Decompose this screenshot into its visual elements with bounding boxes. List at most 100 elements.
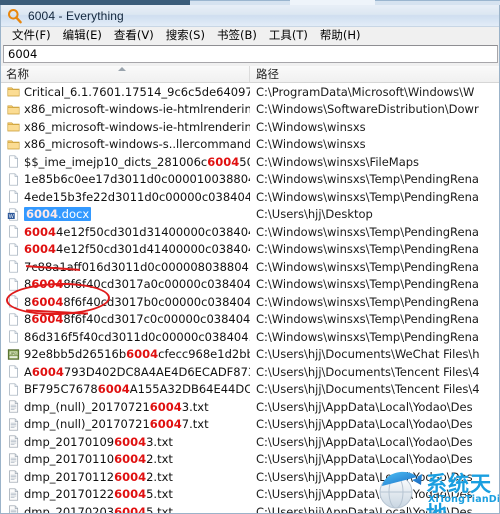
cell-file-name: 7c88a1aff016d3011d0c000008038804.$$_ime_…: [0, 260, 250, 274]
results-rows: Critical_6.1.7601.17514_9c6c5de64097a991…: [0, 83, 500, 514]
cell-file-name: x86_microsoft-windows-ie-htmlrendering_3…: [0, 102, 250, 116]
file-icon: [7, 173, 20, 186]
file-icon: [7, 260, 20, 273]
title-bar[interactable]: 6004 - Everything: [0, 5, 500, 27]
file-name-text: 86d316f5f40cd3011d0c00000c038404.$$_ime_…: [24, 329, 250, 344]
file-icon: [7, 365, 20, 378]
cell-file-name: dmp_2017012260045.txt: [0, 487, 250, 501]
file-name-text: 7c88a1aff016d3011d0c000008038804.$$_ime_…: [24, 259, 250, 274]
menu-bookmarks[interactable]: 书签(B): [211, 26, 263, 45]
cell-file-path: C:\Users\hjj\AppData\Local\Yodao\Des: [256, 452, 473, 467]
cell-file-name: x86_microsoft-windows-s..llercommandline…: [0, 137, 250, 151]
table-row[interactable]: dmp_2017020360045.txt C:\Users\hjj\AppDat…: [0, 503, 500, 514]
table-row[interactable]: 60044e12f50cd301d31400000c038404._000000…: [0, 223, 500, 241]
file-icon: [7, 313, 20, 326]
cell-file-name: dmp_2017020360045.txt: [0, 505, 250, 514]
file-name-text: 60044e12f50cd301d41400000c038404.$$.cdf-…: [24, 242, 250, 257]
file-name-text: $$_ime_imejp10_dicts_281006c600450618.cd…: [24, 154, 250, 169]
table-row[interactable]: x86_microsoft-windows-s..llercommandline…: [0, 136, 500, 154]
cell-file-path: C:\Users\hjj\AppData\Local\Yodao\Des: [256, 487, 473, 502]
cell-file-name: JPG 92e8bb5d26516b6004cfecc968e1d2bb.jpg: [0, 347, 250, 361]
table-row[interactable]: dmp_2017012260045.txt C:\Users\hjj\AppDat…: [0, 486, 500, 504]
table-row[interactable]: 7c88a1aff016d3011d0c000008038804.$$_ime_…: [0, 258, 500, 276]
table-row[interactable]: 1e85b6c0ee17d3011d0c000010038804.$$_ime_…: [0, 171, 500, 189]
table-row[interactable]: 860048f6f40cd3017c0c00000c038404.$$_diag…: [0, 311, 500, 329]
table-row[interactable]: 86d316f5f40cd3011d0c00000c038404.$$_ime_…: [0, 328, 500, 346]
txt-icon: [7, 400, 20, 413]
file-name-text: 860048f6f40cd3017c0c00000c038404.$$_diag…: [24, 312, 250, 327]
cell-file-name: 860048f6f40cd3017a0c00000c038404._000000…: [0, 277, 250, 291]
cell-file-name: Critical_6.1.7601.17514_9c6c5de64097a991…: [0, 85, 250, 99]
txt-icon: [7, 418, 20, 431]
magnifier-icon: [7, 8, 23, 24]
folder-icon: [7, 120, 20, 133]
menu-search[interactable]: 搜索(S): [160, 26, 211, 45]
cell-file-name: dmp_2017011060042.txt: [0, 452, 250, 466]
table-row[interactable]: A6004793D402DC8A4AE4D6ECADF873C C:\Users\…: [0, 363, 500, 381]
table-row[interactable]: 4ede15b3fe22d3011d0c00000c038404.$$_ime_…: [0, 188, 500, 206]
cell-file-name: dmp_(null)_2017072160043.txt: [0, 400, 250, 414]
docx-icon: W: [7, 208, 20, 221]
column-header-path[interactable]: 路径: [250, 66, 500, 82]
main-window: 6004 - Everything 文件(F) 编辑(E) 查看(V) 搜索(S…: [0, 5, 500, 514]
table-row[interactable]: dmp_(null)_2017072160043.txt C:\Users\hjj…: [0, 398, 500, 416]
cell-file-path: C:\Windows\winsxs\Temp\PendingRena: [256, 277, 479, 292]
cell-file-name: W 6004.docx: [0, 207, 250, 222]
txt-icon: [7, 435, 20, 448]
table-row[interactable]: x86_microsoft-windows-ie-htmlrendering_3…: [0, 118, 500, 136]
table-row[interactable]: dmp_2017011260042.txt C:\Users\hjj\AppDat…: [0, 468, 500, 486]
menu-help[interactable]: 帮助(H): [314, 26, 367, 45]
table-row[interactable]: dmp_2017010960043.txt C:\Users\hjj\AppDat…: [0, 433, 500, 451]
table-row[interactable]: JPG 92e8bb5d26516b6004cfecc968e1d2bb.jpg C…: [0, 346, 500, 364]
menu-view[interactable]: 查看(V): [108, 26, 160, 45]
file-icon: [7, 278, 20, 291]
cell-file-path: C:\Windows\winsxs\Temp\PendingRena: [256, 312, 479, 327]
file-name-text: dmp_2017020360045.txt: [24, 504, 173, 514]
menu-file[interactable]: 文件(F): [6, 26, 57, 45]
file-name-text: x86_microsoft-windows-ie-htmlrendering_3…: [24, 119, 250, 134]
table-row[interactable]: 860048f6f40cd3017b0c00000c038404.$$.cdf-…: [0, 293, 500, 311]
file-name-text: dmp_2017011060042.txt: [24, 452, 173, 467]
cell-file-name: $$_ime_imejp10_dicts_281006c600450618.cd…: [0, 155, 250, 169]
cell-file-name: 1e85b6c0ee17d3011d0c000010038804.$$_ime_…: [0, 172, 250, 186]
cell-file-path: C:\Windows\winsxs\Temp\PendingRena: [256, 242, 479, 257]
results-list[interactable]: Critical_6.1.7601.17514_9c6c5de64097a991…: [0, 83, 500, 514]
cell-file-name: dmp_2017011260042.txt: [0, 470, 250, 484]
menu-tools[interactable]: 工具(T): [263, 26, 314, 45]
menu-bar: 文件(F) 编辑(E) 查看(V) 搜索(S) 书签(B) 工具(T) 帮助(H…: [0, 27, 500, 44]
file-name-text: 4ede15b3fe22d3011d0c00000c038404.$$_ime_…: [24, 189, 250, 204]
table-row[interactable]: BF795C76786004A155A32DB64E44DCE C:\Users\…: [0, 381, 500, 399]
table-row[interactable]: W 6004.docx C:\Users\hjj\Desktop: [0, 206, 500, 224]
txt-icon: [7, 505, 20, 514]
table-row[interactable]: 860048f6f40cd3017a0c00000c038404._000000…: [0, 276, 500, 294]
file-name-text: A6004793D402DC8A4AE4D6ECADF873C: [24, 364, 250, 379]
column-header-path-label: 路径: [256, 67, 279, 81]
cell-file-name: 60044e12f50cd301d41400000c038404.$$.cdf-…: [0, 242, 250, 256]
table-row[interactable]: x86_microsoft-windows-ie-htmlrendering_3…: [0, 101, 500, 119]
table-row[interactable]: Critical_6.1.7601.17514_9c6c5de64097a991…: [0, 83, 500, 101]
cell-file-path: C:\Windows\winsxs\Temp\PendingRena: [256, 189, 479, 204]
cell-file-path: C:\Windows\SoftwareDistribution\Dowr: [256, 102, 479, 117]
cell-file-name: x86_microsoft-windows-ie-htmlrendering_3…: [0, 120, 250, 134]
search-bar-container: 6004: [0, 44, 500, 65]
cell-file-name: dmp_2017010960043.txt: [0, 435, 250, 449]
file-icon: [7, 190, 20, 203]
table-row[interactable]: dmp_2017011060042.txt C:\Users\hjj\AppDat…: [0, 451, 500, 469]
cell-file-path: C:\ProgramData\Microsoft\Windows\W: [256, 84, 475, 99]
table-row[interactable]: dmp_(null)_2017072160047.txt C:\Users\hjj…: [0, 416, 500, 434]
cell-file-name: 4ede15b3fe22d3011d0c00000c038404.$$_ime_…: [0, 190, 250, 204]
cell-file-path: C:\Windows\winsxs\Temp\PendingRena: [256, 259, 479, 274]
window-title: 6004 - Everything: [28, 8, 124, 23]
menu-edit[interactable]: 编辑(E): [57, 26, 108, 45]
search-input[interactable]: 6004: [3, 45, 498, 63]
cell-file-name: 60044e12f50cd301d31400000c038404._000000…: [0, 225, 250, 239]
column-header-name[interactable]: 名称: [0, 66, 250, 82]
file-name-text: dmp_(null)_2017072160043.txt: [24, 399, 209, 414]
file-name-text: 1e85b6c0ee17d3011d0c000010038804.$$_ime_…: [24, 172, 250, 187]
cell-file-path: C:\Users\hjj\Desktop: [256, 207, 373, 222]
table-row[interactable]: $$_ime_imejp10_dicts_281006c600450618.cd…: [0, 153, 500, 171]
file-name-text: 6004.docx: [24, 207, 92, 222]
cell-file-path: C:\Windows\winsxs\FileMaps: [256, 154, 420, 169]
table-row[interactable]: 60044e12f50cd301d41400000c038404.$$.cdf-…: [0, 241, 500, 259]
folder-icon: [7, 103, 20, 116]
